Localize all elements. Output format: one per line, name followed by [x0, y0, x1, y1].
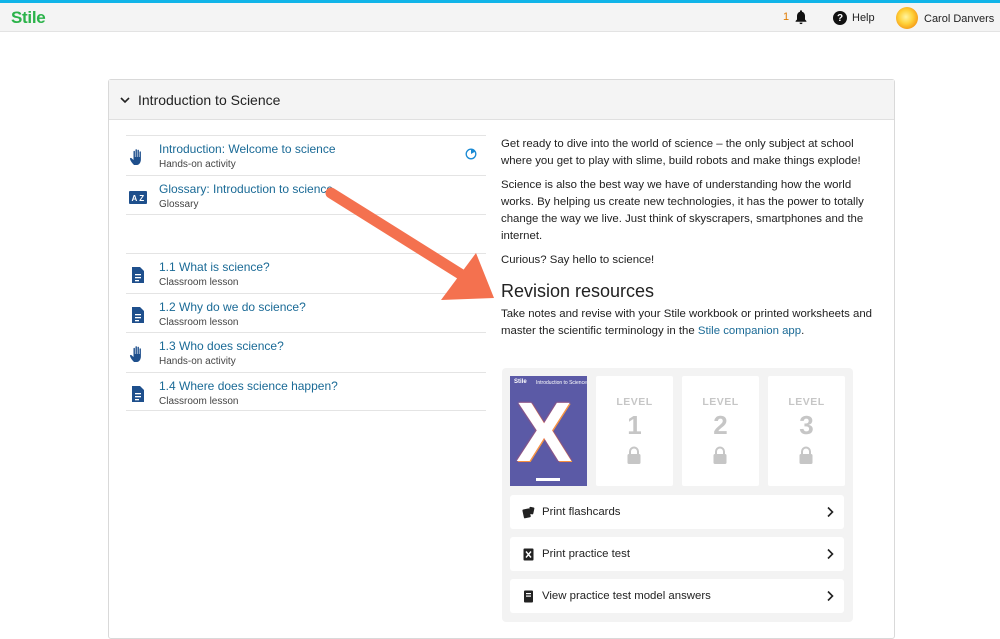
hand-icon — [129, 346, 141, 362]
level-number: 2 — [713, 410, 728, 440]
revision-title: Revision resources — [501, 281, 655, 301]
level-number: 1 — [627, 410, 642, 440]
intro-paragraph: Science is also the best way we have of … — [501, 179, 864, 242]
unit-card: Introduction to Science Introduction: We… — [108, 79, 895, 639]
top-bar: Stile 1 ? Help Carol Danvers — [0, 0, 1000, 32]
intro-paragraph: Get ready to dive into the world of scie… — [501, 138, 861, 167]
level-label: LEVEL — [702, 396, 739, 408]
glossary-az-icon: A Z — [129, 190, 147, 204]
flashcards-icon — [522, 506, 535, 518]
action-label: Print practice test — [542, 548, 630, 560]
unit-header[interactable]: Introduction to Science — [109, 80, 894, 120]
help-button[interactable]: ? Help — [833, 9, 875, 27]
stile-logo[interactable]: Stile — [11, 8, 46, 28]
lesson-title[interactable]: Glossary: Introduction to science — [159, 182, 333, 196]
bell-icon[interactable] — [794, 9, 808, 25]
question-icon: ? — [833, 11, 847, 25]
level-card-3: LEVEL 3 — [768, 376, 845, 486]
lesson-item[interactable]: 1.1 What is science? Classroom lesson — [126, 253, 486, 293]
lesson-type: Classroom lesson — [159, 395, 239, 407]
lock-icon — [627, 446, 641, 464]
list-divider — [126, 214, 486, 253]
lesson-item[interactable]: Introduction: Welcome to science Hands-o… — [126, 135, 486, 175]
print-practice-test-button[interactable]: Print practice test — [510, 537, 844, 571]
view-model-answers-button[interactable]: View practice test model answers — [510, 579, 844, 613]
lesson-item[interactable]: 1.4 Where does science happen? Classroom… — [126, 371, 486, 411]
document-icon — [132, 267, 144, 283]
book-letter: X — [516, 385, 573, 479]
lesson-title[interactable]: 1.3 Who does science? — [159, 339, 284, 353]
document-icon — [132, 306, 144, 323]
help-label: Help — [852, 12, 875, 24]
print-flashcards-button[interactable]: Print flashcards — [510, 495, 844, 529]
lesson-type: Hands-on activity — [159, 356, 236, 367]
lesson-type: Hands-on activity — [159, 159, 236, 170]
lesson-title[interactable]: Introduction: Welcome to science — [159, 142, 336, 156]
svg-text:A Z: A Z — [132, 194, 145, 203]
hand-icon — [129, 149, 141, 165]
revision-resources-panel: Stile Introduction to Science X LEVEL 1 … — [502, 368, 853, 622]
document-icon — [132, 385, 144, 402]
chevron-down-icon — [120, 96, 130, 103]
answers-book-icon — [524, 590, 533, 602]
intro-paragraph: Curious? Say hello to science! — [501, 254, 655, 266]
level-label: LEVEL — [788, 396, 825, 408]
action-label: Print flashcards — [542, 506, 621, 518]
lesson-title[interactable]: 1.2 Why do we do science? — [159, 300, 306, 314]
lesson-type: Classroom lesson — [159, 277, 239, 288]
chevron-right-icon — [827, 506, 834, 518]
lesson-list: Introduction: Welcome to science Hands-o… — [126, 135, 486, 411]
level-card-2: LEVEL 2 — [682, 376, 759, 486]
chevron-right-icon — [827, 548, 834, 560]
avatar[interactable] — [896, 7, 918, 29]
level-card-1: LEVEL 1 — [596, 376, 673, 486]
action-label: View practice test model answers — [542, 590, 711, 602]
lock-icon — [799, 446, 813, 464]
revision-text: Take notes and revise with your Stile wo… — [501, 308, 873, 337]
practice-test-icon — [523, 548, 534, 560]
lesson-title[interactable]: 1.1 What is science? — [159, 260, 270, 274]
lesson-title[interactable]: 1.4 Where does science happen? — [159, 379, 338, 393]
user-name[interactable]: Carol Danvers — [924, 13, 994, 25]
book-bar — [536, 478, 560, 481]
chevron-right-icon — [827, 590, 834, 602]
lock-icon — [713, 446, 727, 464]
workbook-cover[interactable]: Stile Introduction to Science X — [510, 376, 587, 486]
lesson-item[interactable]: 1.2 Why do we do science? Classroom less… — [126, 292, 486, 333]
level-number: 3 — [799, 410, 814, 440]
lesson-item[interactable]: A Z Glossary: Introduction to science Gl… — [126, 174, 486, 215]
notification-count[interactable]: 1 — [783, 11, 789, 23]
unit-title: Introduction to Science — [138, 91, 281, 108]
lesson-type: Glossary — [159, 198, 199, 210]
unit-description: Get ready to dive into the world of scie… — [501, 136, 886, 340]
lesson-item[interactable]: 1.3 Who does science? Hands-on activity — [126, 332, 486, 372]
progress-circle-icon — [465, 148, 477, 160]
level-label: LEVEL — [616, 396, 653, 408]
companion-app-link[interactable]: Stile companion app — [698, 325, 801, 337]
lesson-type: Classroom lesson — [159, 316, 239, 328]
